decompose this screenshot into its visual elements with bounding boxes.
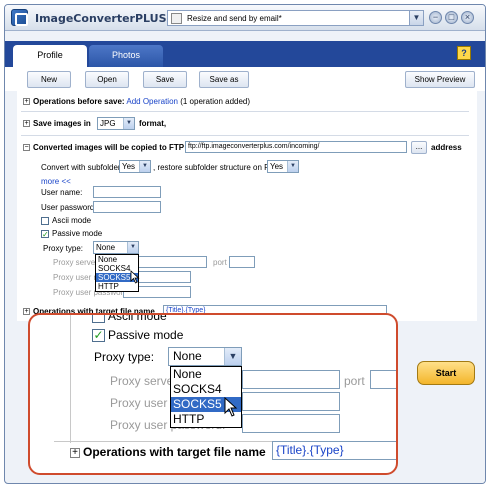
save-images-label: Save images in bbox=[33, 119, 91, 128]
format-select[interactable]: JPG ▼ bbox=[97, 117, 135, 130]
zoom-operations-target-label: Operations with target file name bbox=[83, 445, 266, 459]
format-suffix: format, bbox=[139, 119, 167, 128]
chevron-down-icon[interactable]: ▼ bbox=[409, 11, 423, 25]
chevron-down-icon[interactable]: ▼ bbox=[123, 118, 134, 129]
zoom-port-input[interactable] bbox=[370, 370, 396, 389]
add-operation-link[interactable]: Add Operation bbox=[126, 97, 178, 106]
app-logo-icon bbox=[11, 9, 28, 26]
preset-dropdown[interactable]: Resize and send by email* ▼ bbox=[167, 10, 424, 26]
chevron-down-icon[interactable]: ▼ bbox=[127, 242, 138, 253]
start-button[interactable]: Start bbox=[417, 361, 475, 385]
ascii-mode-row: Ascii mode bbox=[41, 216, 91, 225]
restore-label: , restore subfolder structure on FTP bbox=[153, 163, 280, 172]
save-button[interactable]: Save bbox=[143, 71, 187, 88]
ascii-mode-label: Ascii mode bbox=[52, 216, 92, 225]
mouse-cursor-icon bbox=[224, 397, 238, 417]
user-name-label: User name: bbox=[41, 188, 83, 197]
format-value: JPG bbox=[100, 119, 116, 128]
zoom-proxy-type-value: None bbox=[173, 349, 202, 363]
ftp-label: Converted images will be copied to FTP bbox=[33, 143, 185, 152]
mouse-cursor-icon bbox=[130, 270, 140, 284]
convert-subfolders-select[interactable]: Yes ▼ bbox=[119, 160, 151, 173]
proxy-type-label: Proxy type: bbox=[43, 244, 84, 253]
save-images-row: + Save images in bbox=[23, 119, 91, 128]
browse-button[interactable]: ... bbox=[411, 141, 427, 154]
zoom-ascii-mode-label: Ascii mode bbox=[108, 313, 167, 323]
restore-value: Yes bbox=[270, 162, 284, 171]
divider bbox=[21, 135, 469, 136]
title-bar: ImageConverterPLUS Resize and send by em… bbox=[5, 5, 485, 31]
restore-select[interactable]: Yes ▼ bbox=[267, 160, 299, 173]
tab-bar: Profile Photos ? bbox=[5, 41, 485, 67]
passive-mode-row: ✓ Passive mode bbox=[41, 229, 102, 238]
passive-mode-label: Passive mode bbox=[52, 229, 103, 238]
expand-plus-icon[interactable]: + bbox=[70, 447, 80, 458]
toolbar: New Open Save Save as Show Preview bbox=[5, 67, 485, 91]
show-preview-button[interactable]: Show Preview bbox=[405, 71, 475, 88]
user-name-input[interactable] bbox=[93, 186, 161, 198]
zoom-proxy-type-select[interactable]: None ▼ bbox=[168, 347, 242, 366]
chevron-down-icon[interactable]: ▼ bbox=[224, 348, 241, 365]
profile-panel: + Operations before save: Add Operation (… bbox=[17, 91, 477, 321]
zoom-passive-mode-row: ✓ Passive mode bbox=[92, 328, 184, 343]
port-input[interactable] bbox=[229, 256, 255, 268]
zoom-port-label: port bbox=[344, 374, 365, 388]
expand-plus-icon[interactable]: + bbox=[23, 308, 30, 316]
help-icon[interactable]: ? bbox=[457, 46, 471, 60]
zoom-passive-mode-label: Passive mode bbox=[108, 328, 184, 342]
divider bbox=[21, 111, 469, 112]
new-button[interactable]: New bbox=[27, 71, 71, 88]
ftp-row: − Converted images will be copied to FTP bbox=[23, 143, 184, 152]
preset-icon bbox=[171, 12, 182, 24]
proxy-option-none[interactable]: None bbox=[96, 255, 138, 264]
open-button[interactable]: Open bbox=[85, 71, 129, 88]
proxy-type-select[interactable]: None ▼ bbox=[93, 241, 139, 254]
user-password-input[interactable] bbox=[93, 201, 161, 213]
minimize-button[interactable]: − bbox=[429, 11, 442, 24]
convert-subfolders-value: Yes bbox=[122, 162, 136, 171]
convert-subfolders-label: Convert with subfolders bbox=[41, 163, 125, 172]
chevron-down-icon[interactable]: ▼ bbox=[287, 161, 298, 172]
passive-mode-checkbox[interactable]: ✓ bbox=[41, 229, 49, 238]
ftp-url-input[interactable]: ftp://ftp.imageconverterplus.com/incomin… bbox=[185, 141, 407, 153]
preset-value: Resize and send by email* bbox=[187, 13, 282, 23]
zoom-operations-target-row: + Operations with target file name bbox=[70, 445, 266, 459]
zoom-target-file-name-input[interactable]: {Title}.{Type} bbox=[272, 441, 396, 460]
user-password-label: User password: bbox=[41, 203, 97, 212]
app-title: ImageConverterPLUS bbox=[35, 12, 167, 25]
expand-plus-icon[interactable]: + bbox=[23, 120, 30, 128]
zoom-proxy-option-none[interactable]: None bbox=[171, 367, 241, 382]
tab-photos[interactable]: Photos bbox=[89, 45, 163, 67]
operations-before-save-label: Operations before save: bbox=[33, 97, 125, 106]
zoom-ascii-mode-checkbox[interactable] bbox=[92, 315, 105, 324]
operations-before-save-row: + Operations before save: Add Operation (… bbox=[23, 97, 250, 106]
ascii-mode-checkbox[interactable] bbox=[41, 216, 49, 225]
zoom-proxy-option-socks4[interactable]: SOCKS4 bbox=[171, 382, 241, 397]
operation-count-note: (1 operation added) bbox=[180, 97, 251, 106]
maximize-button[interactable]: □ bbox=[445, 11, 458, 24]
zoom-proxy-type-label: Proxy type: bbox=[94, 350, 155, 364]
proxy-type-value: None bbox=[96, 243, 116, 252]
zoom-passive-mode-checkbox[interactable]: ✓ bbox=[92, 329, 105, 343]
tree-line bbox=[70, 315, 71, 443]
zoom-proxy-user-name-input[interactable] bbox=[242, 392, 340, 411]
chevron-down-icon[interactable]: ▼ bbox=[139, 161, 150, 172]
port-label: port bbox=[213, 258, 227, 267]
expand-plus-icon[interactable]: + bbox=[23, 98, 30, 106]
tab-profile[interactable]: Profile bbox=[13, 45, 87, 67]
address-label: address bbox=[431, 143, 462, 152]
close-button[interactable]: × bbox=[461, 11, 474, 24]
zoom-proxy-server-input[interactable] bbox=[242, 370, 340, 389]
save-as-button[interactable]: Save as bbox=[199, 71, 249, 88]
zoom-ascii-mode-row: Ascii mode bbox=[92, 313, 167, 324]
collapse-minus-icon[interactable]: − bbox=[23, 144, 30, 152]
zoom-proxy-user-password-input[interactable] bbox=[242, 414, 340, 433]
more-link[interactable]: more << bbox=[41, 177, 71, 186]
proxy-server-label: Proxy server: bbox=[53, 258, 101, 267]
zoom-callout: Ascii mode ✓ Passive mode Proxy type: Non… bbox=[28, 313, 398, 475]
